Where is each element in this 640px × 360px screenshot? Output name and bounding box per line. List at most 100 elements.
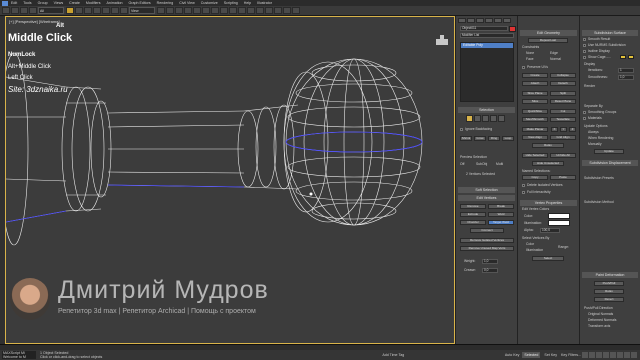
constraint-face[interactable]: Face [526,57,534,61]
ring-button[interactable]: Ring [488,136,500,141]
use-nurms-checkbox[interactable] [583,44,586,47]
layer-explorer-icon[interactable] [229,7,237,14]
grid-align-button[interactable]: Grid Align [550,135,576,140]
alpha-field[interactable]: 100,0 [540,228,560,233]
selected-badge[interactable]: Selected [522,352,541,358]
relax-paint-button[interactable]: Relax [594,289,624,294]
repeat-last-button[interactable]: Repeat Last [528,38,568,43]
menu-create[interactable]: Create [69,1,80,5]
render-icon[interactable] [292,7,300,14]
vertex-mode-icon[interactable] [466,115,473,122]
push-pull-button[interactable]: Push/Pull [594,281,624,286]
menu-help[interactable]: Help [244,1,251,5]
orbit-icon[interactable] [631,352,637,358]
unhide-all-button[interactable]: Unhide All [550,153,576,158]
snap-icon[interactable] [166,7,174,14]
smoothness-field[interactable]: 1,0 [618,75,634,80]
delete-isolated-checkbox[interactable] [522,184,525,187]
add-time-tag[interactable]: Add Time Tag [382,353,404,357]
create-button[interactable]: Create [522,73,548,78]
select-button[interactable]: Select [532,256,564,261]
copy-button[interactable]: Copy [522,175,548,180]
iterations-field[interactable]: 1 [618,68,634,73]
menu-views[interactable]: Views [54,1,64,5]
play-icon[interactable] [596,352,602,358]
split-button[interactable]: Split [550,91,576,96]
smoothing-groups-checkbox[interactable] [583,111,586,114]
constraint-normal[interactable]: Normal [550,57,561,61]
pan-icon[interactable] [624,352,630,358]
isoline-display-checkbox[interactable] [583,50,586,53]
align-icon[interactable] [220,7,228,14]
select-object-icon[interactable] [66,7,74,14]
menu-illustrator[interactable]: Illustrator [257,1,272,5]
vertex-properties-rollout[interactable]: Vertex Properties [520,200,577,206]
utilities-tab-icon[interactable] [503,18,511,23]
window-crossing-icon[interactable] [93,7,101,14]
crease-field[interactable]: 0,0 [482,268,498,273]
viewport-label[interactable]: [+] [Perspective] [Wireframe] [9,19,60,24]
loop-button[interactable]: Loop [502,136,514,141]
go-to-end-icon[interactable] [610,352,616,358]
selection-filter-dropdown[interactable]: All [38,7,64,14]
maxscript-listener[interactable]: MAXScript Mi Welcome to M [2,351,36,359]
quickslice-button[interactable]: QuickSlice [522,109,548,114]
target-weld-button[interactable]: Target Weld [488,220,514,225]
edit-vertices-rollout[interactable]: Edit Vertices [458,195,515,201]
preview-multi-option[interactable]: Multi [496,162,503,166]
illumination-swatch[interactable] [548,220,570,226]
redo-icon[interactable] [11,7,19,14]
display-tab-icon[interactable] [494,18,502,23]
rectangular-selection-icon[interactable] [84,7,92,14]
weld-button[interactable]: Weld [488,212,514,217]
graphite-ribbon-icon[interactable] [238,7,246,14]
spinner-snap-icon[interactable] [193,7,201,14]
paint-deformation-rollout[interactable]: Paint Deformation [582,272,638,278]
object-color-swatch[interactable] [509,26,516,32]
manually-option[interactable]: Manually [588,142,602,146]
weight-field[interactable]: 1,0 [482,259,498,264]
smooth-result-checkbox[interactable] [583,38,586,41]
chamfer-button[interactable]: Chamfer [460,220,486,225]
pivot-icon[interactable] [157,7,165,14]
slice-button[interactable]: Slice [522,99,548,104]
shrink-button[interactable]: Shrink [460,136,472,141]
preview-off-option[interactable]: Off [460,162,464,166]
original-normals-option[interactable]: Original Normals [588,312,613,316]
selection-rollout[interactable]: Selection [458,107,515,113]
set-key-label[interactable]: Set Key [544,353,557,357]
menu-scripting[interactable]: Scripting [224,1,238,5]
curve-editor-icon[interactable] [247,7,255,14]
remove-isolated-vertices-button[interactable]: Remove Isolated Vertices [460,238,514,243]
always-option[interactable]: Always [588,130,599,134]
rendered-frame-icon[interactable] [283,7,291,14]
app-logo-icon[interactable] [2,0,8,6]
prev-frame-icon[interactable] [589,352,595,358]
cage-color-swatch[interactable] [620,55,626,59]
soft-selection-rollout[interactable]: Soft Selection [458,187,515,193]
create-tab-icon[interactable] [458,18,466,23]
stack-item-editable-poly[interactable]: Editable Poly [461,43,513,48]
transform-axis-option[interactable]: Transform axis [588,324,610,328]
link-icon[interactable] [20,7,28,14]
full-interactivity-checkbox[interactable] [522,191,525,194]
select-by-name-icon[interactable] [75,7,83,14]
planar-z-button[interactable]: Z [569,127,576,132]
modifier-list-dropdown[interactable]: Modifier List [460,33,514,38]
cut-button[interactable]: Cut [550,109,576,114]
polygon-mode-icon[interactable] [490,115,497,122]
edge-mode-icon[interactable] [474,115,481,122]
schematic-view-icon[interactable] [256,7,264,14]
deformed-normals-option[interactable]: Deformed Normals [588,318,616,322]
object-name-field[interactable]: Object011 [460,26,508,31]
auto-key-label[interactable]: Auto Key [505,353,520,357]
preview-subobj-option[interactable]: SubObj [476,162,487,166]
menu-civil-view[interactable]: Civil View [179,1,195,5]
undo-icon[interactable] [2,7,10,14]
constraint-edge[interactable]: Edge [550,51,558,55]
element-mode-icon[interactable] [498,115,505,122]
reset-plane-button[interactable]: Reset Plane [550,99,576,104]
percent-snap-icon[interactable] [184,7,192,14]
hide-selected-button[interactable]: Hide Selected [522,153,548,158]
menu-edit[interactable]: Edit [11,1,17,5]
